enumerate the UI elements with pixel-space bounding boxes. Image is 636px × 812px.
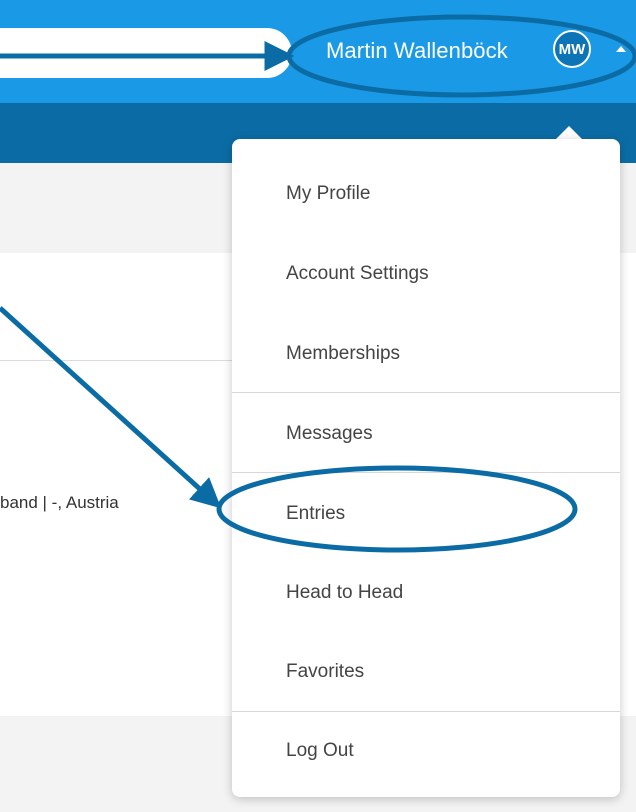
menu-item-messages[interactable]: Messages	[286, 423, 373, 445]
menu-item-head-to-head[interactable]: Head to Head	[286, 582, 403, 604]
menu-item-entries[interactable]: Entries	[286, 503, 345, 525]
content-divider	[0, 360, 232, 361]
menu-item-my-profile[interactable]: My Profile	[286, 183, 370, 205]
search-input[interactable]	[0, 28, 292, 78]
user-dropdown-menu: My Profile Account Settings Memberships …	[232, 139, 620, 797]
location-text: band | -, Austria	[0, 493, 119, 512]
dropdown-pointer	[556, 126, 582, 139]
annotation-arrow-entries	[0, 306, 222, 509]
menu-divider	[232, 472, 620, 473]
user-menu-toggle[interactable]: Martin Wallenböck MW	[300, 0, 636, 103]
menu-item-account-settings[interactable]: Account Settings	[286, 263, 429, 285]
caret-up-icon	[616, 46, 626, 52]
avatar: MW	[553, 30, 591, 68]
user-name: Martin Wallenböck	[326, 38, 508, 63]
menu-divider	[232, 392, 620, 393]
menu-item-favorites[interactable]: Favorites	[286, 661, 364, 683]
menu-divider	[232, 711, 620, 712]
menu-item-memberships[interactable]: Memberships	[286, 343, 400, 365]
menu-item-log-out[interactable]: Log Out	[286, 740, 354, 762]
top-header-bar: Martin Wallenböck MW	[0, 0, 636, 103]
